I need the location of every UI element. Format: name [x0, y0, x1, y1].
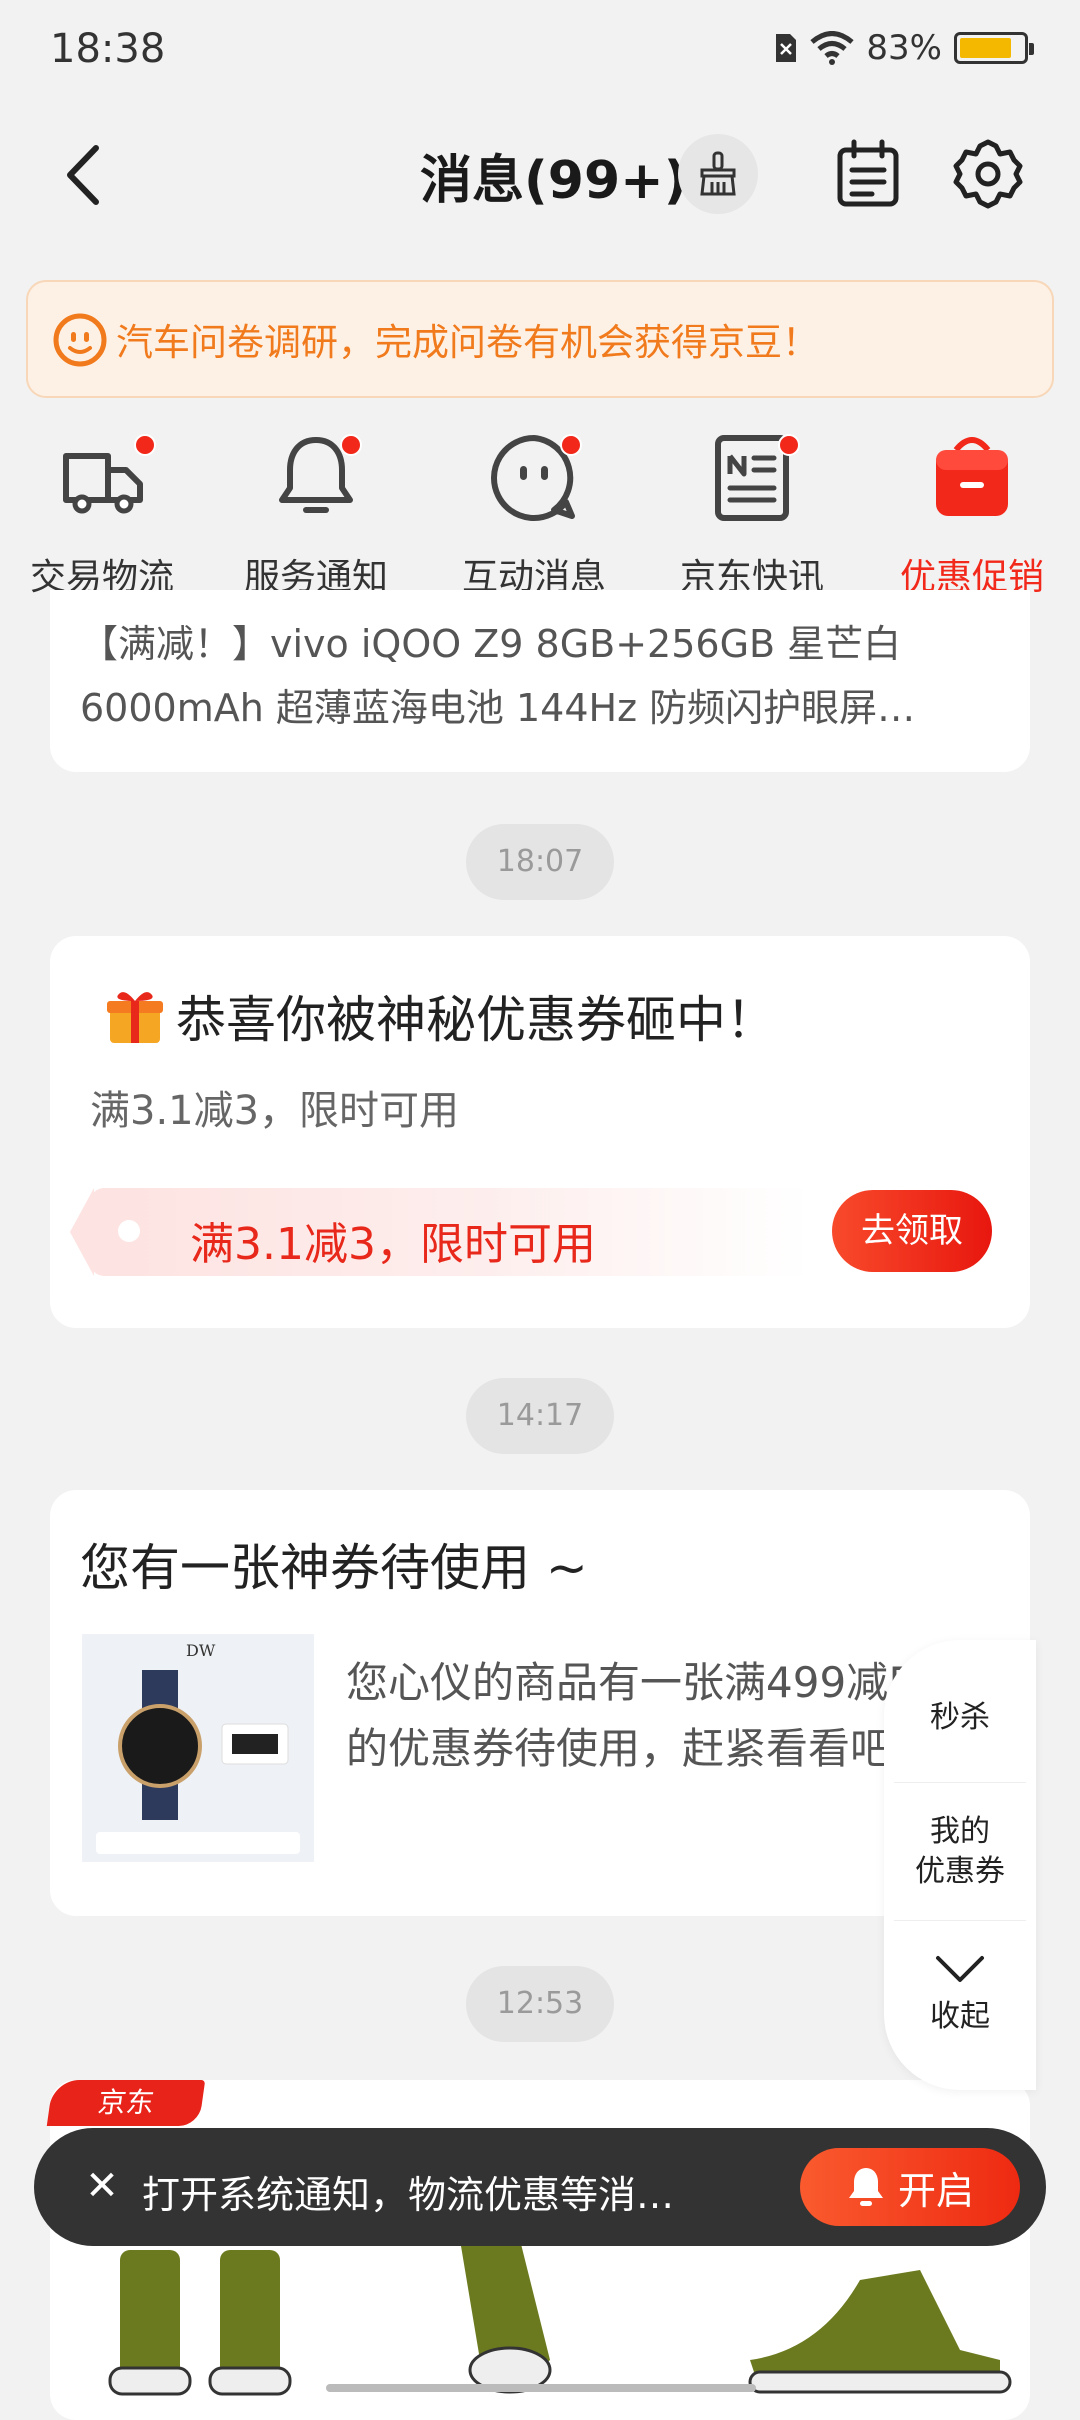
battery-percent: 83%: [866, 28, 942, 68]
watch-icon: DW: [96, 1641, 300, 1854]
flash-sale-button[interactable]: 秒杀: [884, 1698, 1036, 1738]
svg-text:DW: DW: [186, 1641, 216, 1660]
coupon-text: 满3.1减3，限时可用: [190, 1219, 596, 1270]
enable-label: 开启: [897, 2168, 974, 2213]
status-time: 18:38: [50, 26, 166, 72]
coupon-strip[interactable]: 满3.1减3，限时可用: [70, 1188, 810, 1276]
category-promotions[interactable]: 优惠促销: [882, 430, 1062, 600]
message-text: 【满减！】vivo iQOO Z9 8GB+256GB 星芒白 6000mAh …: [80, 622, 916, 730]
calendar-icon: [837, 139, 899, 207]
collapse-label: 收起: [930, 1999, 990, 2034]
category-jd-news[interactable]: 京东快讯: [662, 430, 842, 600]
unread-dot: [134, 434, 156, 456]
battery-icon: [954, 32, 1034, 64]
bell-icon: [848, 2168, 883, 2206]
survey-banner[interactable]: 汽车问卷调研，完成问卷有机会获得京豆！: [26, 280, 1054, 398]
divider: [894, 1782, 1026, 1783]
message-time: 12:53: [466, 1966, 614, 2042]
page-title: 消息(99+): [420, 151, 688, 211]
coupon-dot: [118, 1220, 140, 1242]
unread-dot: [340, 434, 362, 456]
gift-bag-icon: [936, 437, 1008, 516]
back-button[interactable]: [56, 140, 116, 210]
jd-logo-tag: 京东: [46, 2080, 206, 2126]
gear-icon: [953, 139, 1023, 209]
unread-dot: [560, 434, 582, 456]
message-time: 18:07: [466, 824, 614, 900]
category-trade-logistics[interactable]: 交易物流: [12, 430, 192, 600]
status-icons: 83%: [774, 28, 1034, 68]
watch-product-image[interactable]: DW: [82, 1634, 314, 1862]
broom-icon: [700, 151, 736, 196]
claim-coupon-button[interactable]: 去领取: [832, 1190, 992, 1272]
my-coupons-label-1: 我的: [930, 1814, 990, 1849]
my-coupons-button[interactable]: 我的 优惠券: [884, 1812, 1036, 1892]
close-icon[interactable]: ✕: [74, 2158, 130, 2214]
collapse-button[interactable]: 收起: [884, 1952, 1036, 2037]
sneaker-product-image[interactable]: [100, 2240, 1040, 2400]
divider: [894, 1920, 1026, 1921]
category-service-notice[interactable]: 服务通知: [226, 430, 406, 600]
message-title: 您有一张神券待使用 ~: [80, 1539, 588, 1597]
home-indicator[interactable]: [326, 2384, 756, 2392]
message-time: 14:17: [466, 1378, 614, 1454]
back-arrow-icon: [67, 145, 99, 205]
coupon-notch: [70, 1188, 94, 1276]
message-title: 恭喜你被神秘优惠券砸中！: [104, 980, 776, 1052]
settings-button[interactable]: [950, 136, 1026, 212]
notification-permission-toast: ✕ 打开系统通知，物流优惠等消… 开启: [34, 2128, 1046, 2246]
gift-icon: [107, 992, 163, 1043]
sim-icon: [776, 34, 797, 62]
status-bar: 18:38 83%: [0, 0, 1080, 100]
wifi-icon: [810, 31, 855, 65]
my-coupons-label-2: 优惠券: [915, 1854, 1005, 1889]
message-subtitle: 满3.1减3，限时可用: [90, 1088, 460, 1134]
category-interaction[interactable]: 互动消息: [444, 430, 624, 600]
floating-side-panel: 秒杀 我的 优惠券 收起: [884, 1640, 1036, 2090]
survey-text: 汽车问卷调研，完成问卷有机会获得京豆！: [116, 321, 819, 364]
clear-unread-button[interactable]: [678, 134, 758, 214]
toast-text: 打开系统通知，物流优惠等消…: [142, 2173, 675, 2217]
message-description: 您心仪的商品有一张满499减50的优惠券待使用，赶紧看看吧！: [346, 1658, 942, 1773]
survey-face-icon: [53, 313, 107, 367]
enable-notifications-button[interactable]: 开启: [800, 2148, 1020, 2226]
calendar-button[interactable]: [832, 138, 904, 210]
unread-dot: [778, 434, 800, 456]
chevron-down-icon: [936, 1956, 984, 1982]
